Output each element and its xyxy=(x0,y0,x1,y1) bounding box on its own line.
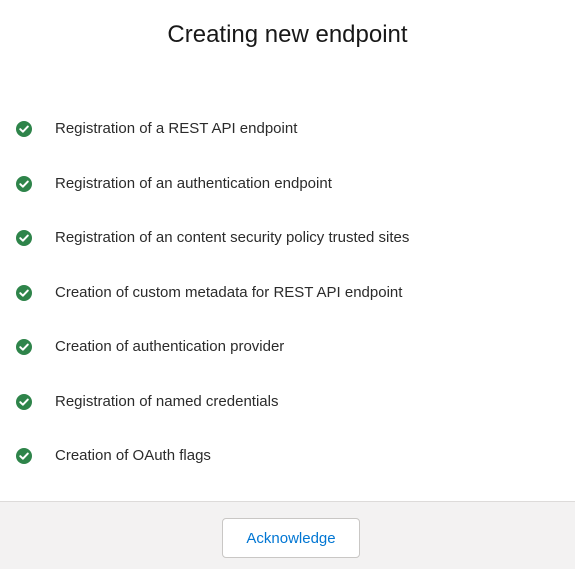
check-circle-icon xyxy=(16,175,32,192)
check-circle-icon xyxy=(16,230,32,246)
step-item: Registration of an content security poli… xyxy=(0,222,575,277)
step-label: Creation of OAuth flags xyxy=(55,447,211,464)
step-item: Registration of a REST API endpoint xyxy=(0,113,575,168)
modal-title: Creating new endpoint xyxy=(167,21,408,48)
step-item: Creation of custom metadata for REST API… xyxy=(0,277,575,332)
step-label: Registration of named credentials xyxy=(55,392,279,410)
step-item: Registration of named credentials xyxy=(0,386,575,441)
check-circle-icon xyxy=(16,339,32,355)
step-label: Registration of an authentication endpoi… xyxy=(55,174,332,192)
check-circle-icon xyxy=(16,448,32,464)
modal-footer: Acknowledge xyxy=(0,501,575,569)
acknowledge-button[interactable]: Acknowledge xyxy=(222,518,360,558)
check-circle-icon xyxy=(16,284,32,301)
check-circle-icon xyxy=(16,121,32,137)
step-label: Creation of authentication provider xyxy=(55,338,285,355)
step-label: Registration of a REST API endpoint xyxy=(55,120,298,137)
step-item: Creation of authentication provider xyxy=(0,331,575,386)
creating-endpoint-modal: Creating new endpoint Registration of a … xyxy=(0,0,575,569)
check-circle-icon xyxy=(16,393,32,410)
step-label: Creation of custom metadata for REST API… xyxy=(55,283,403,301)
step-item: Creation of OAuth flags xyxy=(0,440,575,495)
step-list: Registration of a REST API endpoint Regi… xyxy=(0,113,575,495)
step-label: Registration of an content security poli… xyxy=(55,229,410,246)
step-item: Registration of an authentication endpoi… xyxy=(0,168,575,223)
